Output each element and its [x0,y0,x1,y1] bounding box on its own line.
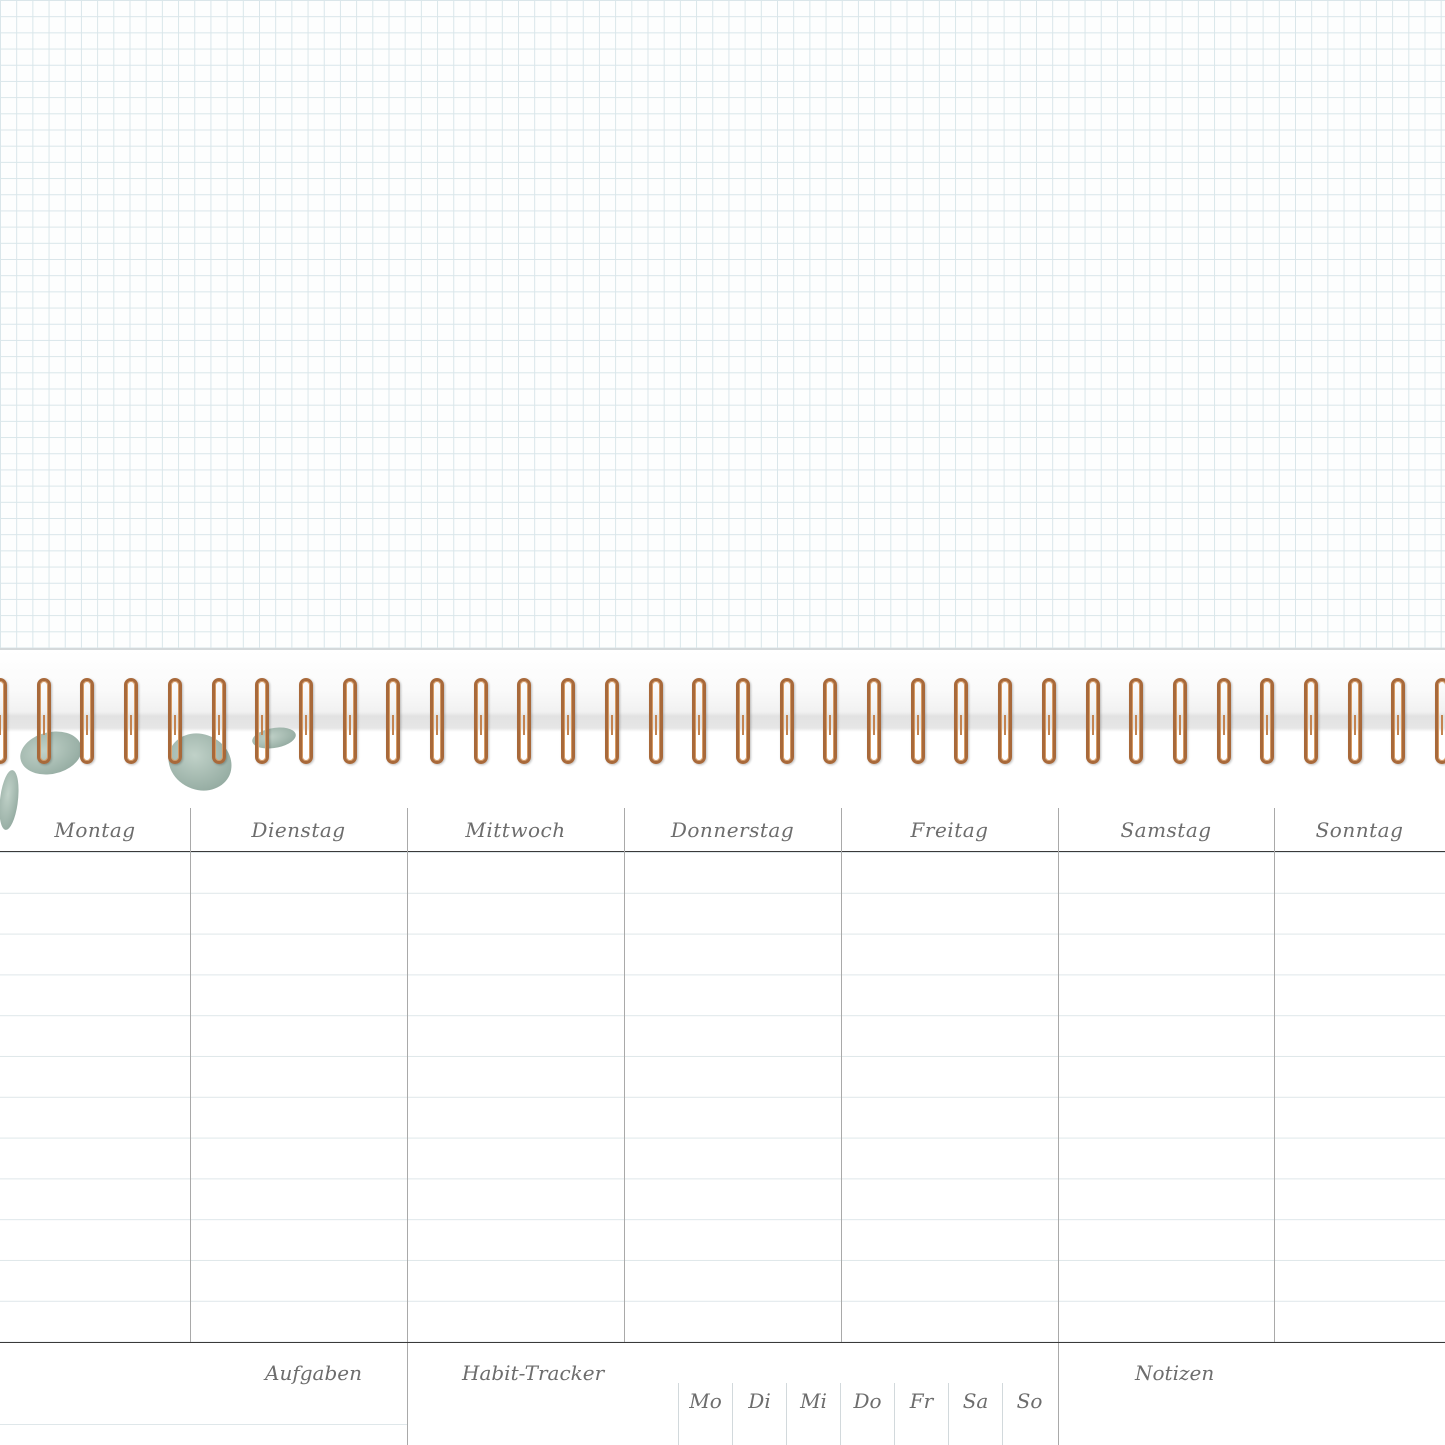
spiral-binding-ring-icon [1435,678,1445,764]
spiral-binding-ring-icon [605,678,619,764]
spiral-binding-ring-icon [649,678,663,764]
spiral-binding-ring-icon [1086,678,1100,764]
grid-paper-sheet [0,0,1445,650]
tasks-line[interactable] [0,1424,407,1425]
spiral-binding-ring-icon [37,678,51,764]
day-header-thursday: Donnerstag [670,818,795,842]
tracker-day-di[interactable]: Di [732,1383,786,1445]
spiral-binding-ring-icon [780,678,794,764]
day-header-tuesday: Dienstag [251,818,346,842]
spiral-binding-ring-icon [867,678,881,764]
tracker-day-do[interactable]: Do [840,1383,894,1445]
spiral-binding-ring-icon [168,678,182,764]
spiral-binding-ring-icon [212,678,226,764]
spiral-binding-ring-icon [386,678,400,764]
tracker-day-mi[interactable]: Mi [786,1383,840,1445]
spiral-binding-ring-icon [430,678,444,764]
spiral-binding-ring-icon [1173,678,1187,764]
spiral-binding-ring-icon [80,678,94,764]
spiral-binding-ring-icon [343,678,357,764]
spiral-binding-ring-icon [255,678,269,764]
spiral-binding-ring-icon [1304,678,1318,764]
column-divider [190,808,191,1342]
spiral-binding-ring-icon [1042,678,1056,764]
day-header-wednesday: Mittwoch [465,818,566,842]
column-divider [624,808,625,1342]
spiral-binding [0,678,1445,768]
tracker-day-sa[interactable]: Sa [948,1383,1002,1445]
spiral-binding-ring-icon [1129,678,1143,764]
spiral-binding-ring-icon [124,678,138,764]
spiral-binding-ring-icon [736,678,750,764]
tracker-day-fr[interactable]: Fr [894,1383,948,1445]
spiral-binding-ring-icon [998,678,1012,764]
spiral-binding-ring-icon [1217,678,1231,764]
spiral-binding-ring-icon [561,678,575,764]
spiral-binding-ring-icon [823,678,837,764]
spiral-binding-ring-icon [1348,678,1362,764]
habit-tracker-section-title: Habit-Tracker [462,1361,605,1385]
tasks-section-title: Aufgaben [265,1361,362,1385]
day-header-saturday: Samstag [1120,818,1212,842]
spiral-binding-ring-icon [911,678,925,764]
day-header-monday: Montag [54,818,136,842]
day-columns-lined-area[interactable] [0,852,1445,1342]
column-divider [841,808,842,1342]
spiral-binding-ring-icon [1391,678,1405,764]
tracker-day-so[interactable]: So [1002,1383,1056,1445]
notes-section-title: Notizen [1135,1361,1215,1385]
spiral-binding-ring-icon [299,678,313,764]
spiral-binding-ring-icon [1260,678,1274,764]
spiral-binding-ring-icon [474,678,488,764]
day-header-friday: Freitag [910,818,989,842]
spiral-binding-ring-icon [517,678,531,764]
column-divider [1274,808,1275,1342]
spiral-binding-ring-icon [692,678,706,764]
tracker-day-mo[interactable]: Mo [678,1383,732,1445]
bottom-sections: Aufgaben Habit-Tracker Mo Di Mi Do Fr Sa… [0,1343,1445,1445]
spiral-binding-ring-icon [0,678,7,764]
day-header-sunday: Sonntag [1315,818,1404,842]
spiral-binding-ring-icon [954,678,968,764]
